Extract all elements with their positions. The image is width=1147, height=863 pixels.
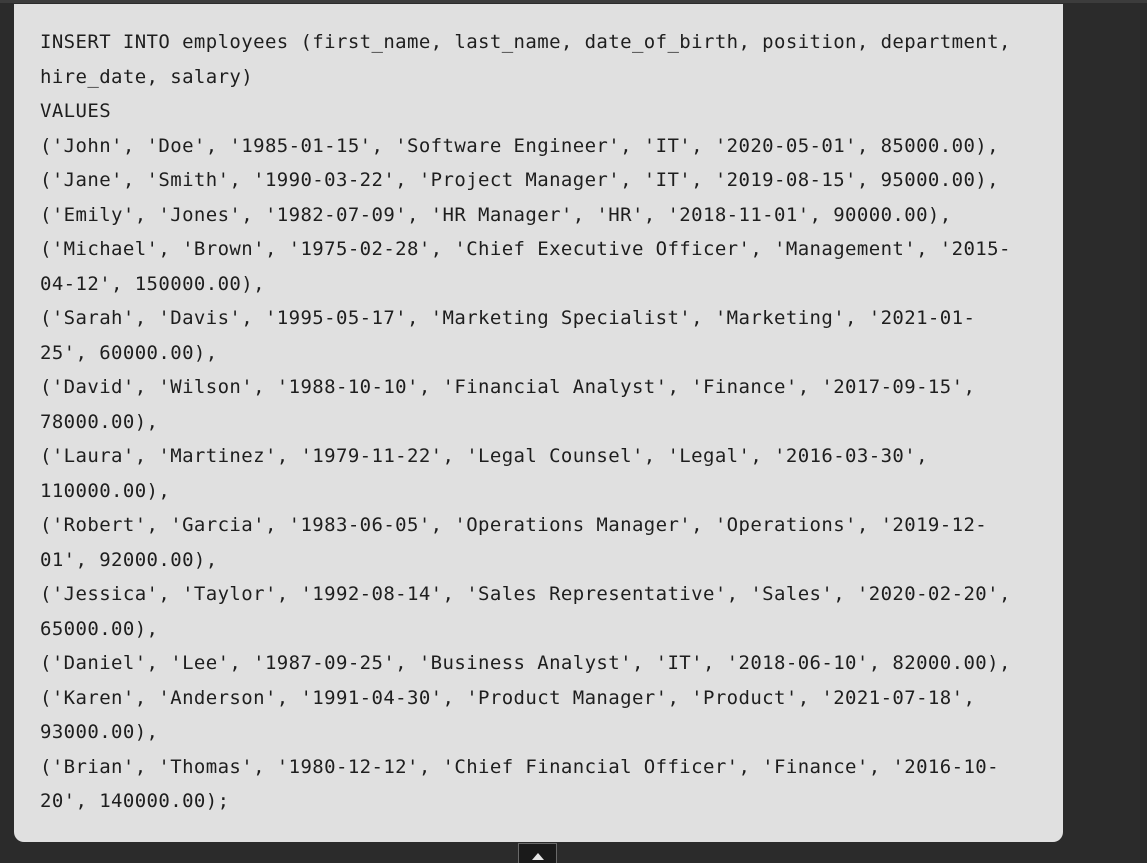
sql-code: INSERT INTO employees (first_name, last_… — [40, 25, 1063, 819]
code-line: 110000.00), — [40, 479, 171, 502]
code-line: ('Brian', 'Thomas', '1980-12-12', 'Chief… — [40, 755, 999, 778]
scroll-up-button[interactable] — [518, 843, 557, 863]
code-line: ('Jane', 'Smith', '1990-03-22', 'Project… — [40, 169, 999, 191]
code-line: INSERT INTO employees (first_name, last_… — [40, 31, 1011, 53]
code-line: ('Karen', 'Anderson', '1991-04-30', 'Pro… — [40, 686, 976, 709]
code-line: 04-12', 150000.00), — [40, 272, 265, 295]
code-line: VALUES — [40, 100, 112, 122]
code-line: ('Daniel', 'Lee', '1987-09-25', 'Busines… — [40, 652, 1011, 674]
code-line: ('Laura', 'Martinez', '1979-11-22', 'Leg… — [40, 445, 928, 467]
code-line: 65000.00), — [40, 617, 159, 640]
code-line: ('Michael', 'Brown', '1975-02-28', 'Chie… — [40, 238, 1011, 260]
code-line: 93000.00), — [40, 721, 159, 743]
code-line: hire_date, salary) — [40, 65, 254, 88]
code-line: 78000.00), — [40, 410, 159, 433]
code-line: ('Emily', 'Jones', '1982-07-09', 'HR Man… — [40, 203, 952, 226]
code-block-panel: INSERT INTO employees (first_name, last_… — [14, 4, 1063, 842]
code-line: ('David', 'Wilson', '1988-10-10', 'Finan… — [40, 376, 976, 398]
code-line: ('Jessica', 'Taylor', '1992-08-14', 'Sal… — [40, 583, 1011, 605]
code-line: 20', 140000.00); — [40, 790, 230, 812]
code-line: 25', 60000.00), — [40, 341, 218, 364]
code-line: 01', 92000.00), — [40, 548, 218, 571]
code-line: ('Robert', 'Garcia', '1983-06-05', 'Oper… — [40, 514, 988, 536]
code-line: ('John', 'Doe', '1985-01-15', 'Software … — [40, 134, 999, 157]
top-divider — [0, 0, 1147, 3]
code-line: ('Sarah', 'Davis', '1995-05-17', 'Market… — [40, 307, 976, 329]
